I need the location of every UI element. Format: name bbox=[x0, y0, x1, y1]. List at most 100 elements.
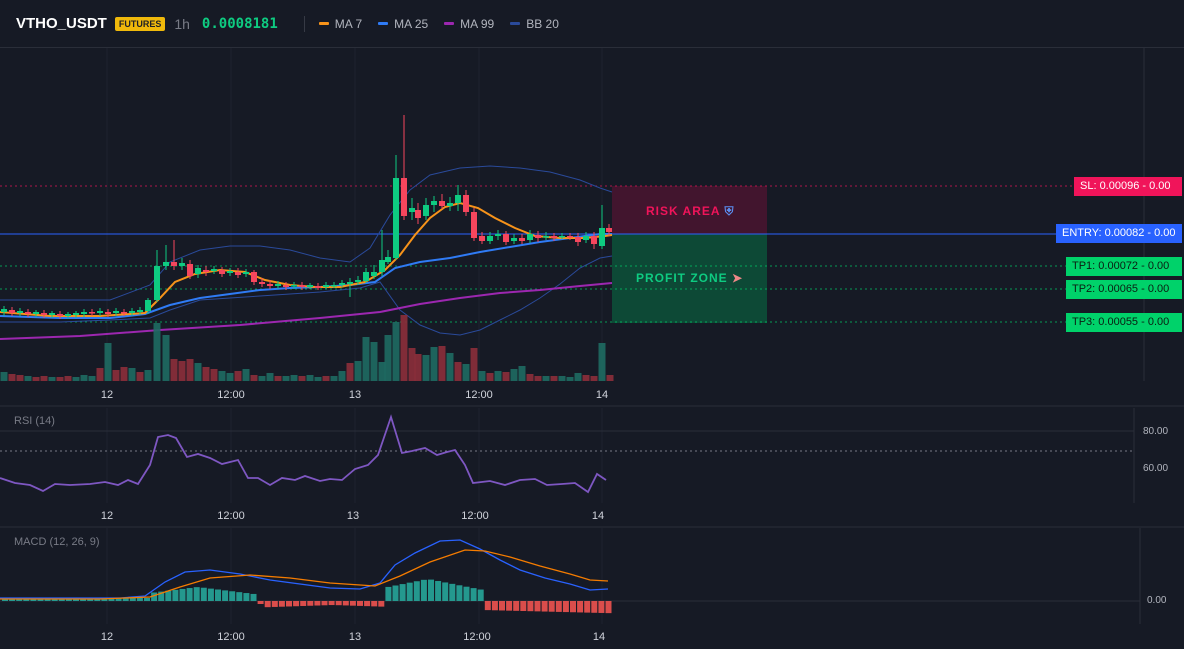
volume-bar bbox=[40, 376, 48, 381]
volume-bar bbox=[88, 376, 96, 381]
volume-bar bbox=[242, 369, 250, 381]
candle-body bbox=[323, 285, 329, 287]
candle-body bbox=[81, 312, 87, 314]
legend-ma25-label: MA 25 bbox=[394, 16, 429, 31]
volume-bar bbox=[462, 364, 470, 381]
macd-histogram-bar bbox=[186, 588, 193, 601]
macd-histogram-bar bbox=[477, 589, 484, 601]
macd-histogram-bar bbox=[506, 601, 513, 611]
candle-body bbox=[97, 311, 103, 313]
candle-body bbox=[385, 257, 391, 262]
x-tick: 13 bbox=[348, 631, 362, 643]
volume-bar bbox=[218, 371, 226, 381]
volume-bar bbox=[128, 368, 136, 381]
ma7-line bbox=[0, 201, 613, 317]
macd-histogram-bar bbox=[172, 589, 179, 601]
volume-bar bbox=[80, 375, 88, 381]
macd-histogram-bar bbox=[378, 601, 385, 607]
candle-body bbox=[299, 285, 305, 287]
candle-body bbox=[551, 236, 557, 238]
grid-vertical bbox=[106, 48, 603, 624]
macd-histogram-bar bbox=[335, 601, 342, 606]
macd-histogram-bar bbox=[534, 601, 541, 612]
macd-histogram-bar bbox=[364, 601, 371, 607]
macd-histogram-bar bbox=[605, 601, 612, 614]
legend-bb20[interactable]: BB 20 bbox=[510, 17, 559, 31]
volume-bar bbox=[582, 375, 590, 381]
macd-histogram-bar bbox=[562, 601, 569, 613]
volume-bar bbox=[234, 371, 242, 381]
candle-body bbox=[439, 201, 445, 206]
volume-bar bbox=[486, 373, 494, 381]
legend-ma7[interactable]: MA 7 bbox=[318, 17, 362, 31]
tp3-label: TP3: 0.00055 - 0.00 bbox=[1066, 313, 1182, 332]
candle-body bbox=[415, 210, 421, 218]
volume-bar bbox=[558, 376, 566, 381]
macd-histogram-bar bbox=[399, 584, 406, 601]
x-tick: 14 bbox=[592, 631, 606, 643]
macd-histogram-bar bbox=[144, 598, 150, 601]
chart-canvas[interactable] bbox=[0, 0, 1184, 649]
x-tick: 12 bbox=[100, 389, 114, 401]
signal-line bbox=[0, 549, 609, 600]
volume-bar bbox=[346, 363, 354, 381]
volume-bar bbox=[526, 374, 534, 381]
macd-histogram-bar bbox=[264, 601, 271, 608]
candle-body bbox=[463, 195, 469, 212]
legend-ma25[interactable]: MA 25 bbox=[378, 17, 428, 31]
macd-histogram-bar bbox=[406, 582, 413, 601]
macd-histogram-bar bbox=[499, 601, 505, 611]
volume-bar bbox=[24, 376, 32, 381]
macd-histogram-bar bbox=[136, 598, 143, 601]
volume-bar bbox=[550, 376, 558, 381]
volume-bar bbox=[64, 376, 72, 381]
macd-histogram-bar bbox=[591, 601, 598, 613]
x-tick: 12:00 bbox=[461, 510, 489, 522]
candle-body bbox=[33, 312, 39, 314]
timeframe-selector[interactable]: 1h bbox=[174, 16, 190, 32]
candle-body bbox=[543, 236, 549, 238]
candle-body bbox=[503, 234, 509, 242]
macd-histogram-bar bbox=[328, 601, 335, 606]
volume-bar bbox=[470, 348, 478, 381]
candle-body bbox=[363, 272, 369, 281]
ma25-swatch bbox=[378, 22, 389, 25]
volume-bar bbox=[210, 369, 218, 381]
candle-body bbox=[211, 269, 217, 271]
ma25-line bbox=[0, 233, 612, 319]
legend-bb20-label: BB 20 bbox=[526, 16, 559, 31]
candle-body bbox=[49, 313, 55, 315]
volume-bar bbox=[534, 376, 542, 381]
symbol-name[interactable]: VTHO_USDT bbox=[16, 15, 107, 32]
candle-body bbox=[163, 262, 169, 266]
volume-bar bbox=[510, 369, 518, 381]
volume-bar bbox=[0, 372, 8, 381]
volume-bar bbox=[378, 362, 386, 381]
x-tick: 12 bbox=[100, 510, 114, 522]
macd-histogram-bar bbox=[129, 598, 136, 601]
candle-body bbox=[25, 312, 31, 314]
macd-histogram-bar bbox=[442, 582, 449, 601]
rocket-icon: ➤ bbox=[732, 271, 744, 285]
volume-bars bbox=[0, 315, 614, 381]
candle-body bbox=[9, 310, 15, 313]
candle-body bbox=[145, 300, 151, 311]
volume-bar bbox=[392, 322, 400, 381]
volume-bar bbox=[502, 372, 510, 381]
volume-bar bbox=[454, 362, 462, 381]
volume-bar bbox=[104, 343, 112, 381]
x-tick: 12:00 bbox=[217, 510, 245, 522]
volume-bar bbox=[112, 370, 120, 381]
last-price: 0.0008181 bbox=[201, 15, 278, 32]
candle-body bbox=[121, 312, 127, 314]
macd-histogram-bar bbox=[470, 588, 477, 601]
volume-bar bbox=[8, 374, 16, 381]
macd-histogram-bar bbox=[250, 593, 257, 601]
legend-ma99[interactable]: MA 99 bbox=[444, 17, 494, 31]
candle-body bbox=[431, 201, 437, 205]
volume-bar bbox=[144, 370, 152, 381]
rsi-tick-60: 60.00 bbox=[1143, 463, 1169, 474]
macd-histogram-bar bbox=[357, 601, 363, 606]
volume-bar bbox=[362, 337, 370, 381]
candle-body bbox=[583, 236, 589, 240]
